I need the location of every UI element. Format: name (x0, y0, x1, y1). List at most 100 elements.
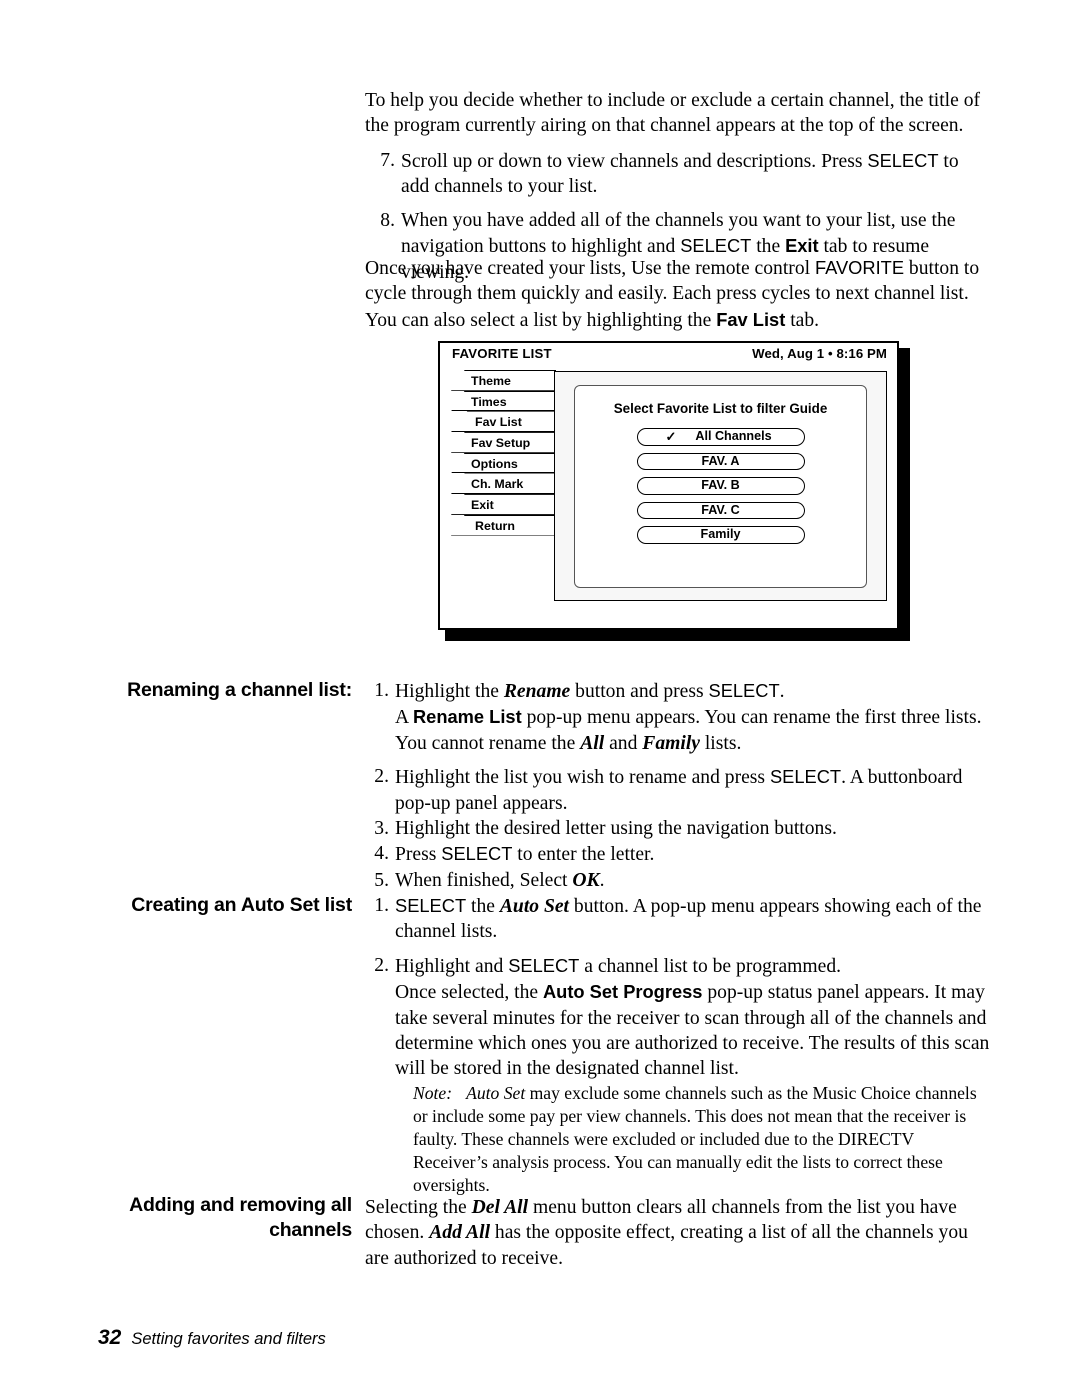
intro-paragraph-text: To help you decide whether to include or… (365, 90, 981, 137)
option-fav-b[interactable]: FAV. B (636, 477, 805, 495)
screen-tab-rail: Theme Times Fav List Fav Setup Options C… (451, 370, 576, 536)
list-item-number: 1. (374, 680, 389, 701)
list-item-number: 4. (374, 843, 389, 865)
manual-page: To help you decide whether to include or… (0, 0, 1080, 1397)
tab-ch-mark[interactable]: Ch. Mark (451, 473, 556, 495)
screen-title: FAVORITE LIST (452, 346, 552, 361)
list-item-text: SELECT the Auto Set button. A pop-up men… (395, 893, 990, 945)
fav-para-key: FAVORITE (814, 257, 905, 278)
section-body-renaming: 1. Highlight the Rename button and press… (365, 678, 990, 893)
tab-times[interactable]: Times (451, 390, 556, 412)
favorite-list-dialog: Select Favorite List to filter Guide ✓ A… (574, 385, 867, 588)
screen-header: FAVORITE LIST Wed, Aug 1 • 8:16 PM (440, 343, 897, 369)
favorite-button-paragraph: Once you have created your lists, Use th… (365, 255, 991, 333)
dialog-title: Select Favorite List to filter Guide (613, 401, 828, 416)
step8-emph: SELECT (680, 235, 752, 257)
r1-c: . (779, 681, 785, 702)
tab-label: Times (471, 394, 507, 409)
footer-page-number: 32 (98, 1326, 122, 1349)
tab-label: Ch. Mark (471, 477, 524, 492)
a2-sans: SELECT (508, 954, 580, 976)
r3-a: Highlight the desired letter using the n… (395, 818, 837, 840)
r2-sans: SELECT (769, 766, 842, 788)
list-item-number: 7. (380, 150, 395, 171)
screen-clock: Wed, Aug 1 • 8:16 PM (752, 346, 887, 361)
list-item: 2. Highlight and SELECT a channel list t… (365, 953, 990, 1197)
list-item: 7. Scroll up or down to view channels an… (371, 148, 991, 200)
ad-bi: Del All (471, 1197, 529, 1218)
tab-fav-setup[interactable]: Fav Setup (451, 432, 556, 453)
r5-a: When finished, Select (395, 869, 573, 891)
r2-a: Highlight the list you wish to rename an… (395, 767, 770, 789)
r1-bi: Rename (503, 681, 571, 702)
option-fav-a[interactable]: FAV. A (636, 452, 805, 470)
option-all-channels[interactable]: ✓ All Channels (636, 428, 805, 446)
a2s-a: Once selected, the (395, 982, 543, 1004)
a2-a: Highlight and (395, 955, 509, 977)
tab-exit[interactable]: Exit (451, 494, 556, 515)
section-heading-adding-line2: channels (269, 1219, 352, 1241)
option-label: FAV. B (701, 478, 740, 492)
option-fav-c[interactable]: FAV. C (636, 501, 805, 519)
r4-b: to enter the letter. (512, 844, 655, 866)
note-label: Note: (413, 1082, 453, 1103)
check-icon: ✓ (665, 429, 677, 444)
list-item-number: 1. (374, 895, 389, 916)
section-body-adding: Selecting the Del All menu button clears… (365, 1195, 990, 1271)
list-item-text: Highlight and SELECT a channel list to b… (395, 953, 990, 979)
list-item-text: Press SELECT to enter the letter. (395, 841, 990, 867)
r1s-a: A (395, 707, 413, 729)
list-item: 3. Highlight the desired letter using th… (365, 816, 990, 841)
tab-label: Return (475, 518, 515, 533)
list-item: 2. Highlight the list you wish to rename… (365, 764, 990, 816)
list-item: 1. Highlight the Rename button and press… (365, 678, 990, 756)
tab-options[interactable]: Options (451, 452, 556, 474)
section-heading-adding-line1: Adding and removing all (129, 1194, 352, 1216)
list-item-number: 3. (374, 818, 389, 840)
r1s-d: lists. (699, 732, 742, 754)
a1-sans: SELECT (395, 895, 467, 916)
list-item-number: 8. (380, 209, 395, 231)
page-footer: 32 Setting favorites and filters (98, 1326, 798, 1350)
section-heading-renaming: Renaming a channel list: (127, 679, 352, 701)
footer-running-title: Setting favorites and filters (131, 1330, 326, 1348)
favorite-list-screen-figure: FAVORITE LIST Wed, Aug 1 • 8:16 PM Theme… (438, 341, 910, 641)
r5-b: . (599, 869, 605, 891)
section-heading-autoset: Creating an Auto Set list (131, 894, 352, 916)
a2-b: a channel list to be programmed. (579, 955, 842, 977)
screen-content-pane: Select Favorite List to filter Guide ✓ A… (554, 371, 887, 601)
r4-sans: SELECT (441, 843, 513, 865)
r1-sans: SELECT (708, 680, 780, 701)
option-label: Family (700, 527, 741, 541)
note-emph: Auto Set (466, 1082, 526, 1103)
r1s-c: and (604, 732, 643, 754)
ad-bi2: Add All (429, 1222, 491, 1244)
tab-label: Options (471, 456, 518, 471)
r1s-bold: Rename List (412, 706, 522, 728)
r1-b: button and press (570, 681, 709, 702)
step8-bold: Exit (785, 235, 819, 257)
a1-bi: Auto Set (499, 896, 570, 917)
r1s-bi2: Family (642, 732, 700, 754)
r5-bi: OK (572, 869, 600, 891)
autoset-note: Note: Auto Set may exclude some channels … (395, 1082, 990, 1197)
list-item-number: 2. (374, 766, 389, 788)
tab-theme[interactable]: Theme (451, 370, 556, 391)
fav-para-post: tab. (785, 309, 820, 331)
list-item-text: Highlight the desired letter using the n… (395, 816, 990, 841)
option-label: All Channels (695, 429, 772, 443)
ad-a: Selecting the (365, 1197, 472, 1218)
option-family[interactable]: Family (636, 526, 805, 544)
list-item-number: 2. (374, 954, 389, 976)
option-label: FAV. A (701, 453, 740, 468)
tv-screen: FAVORITE LIST Wed, Aug 1 • 8:16 PM Theme… (438, 341, 899, 630)
a1-a: the (466, 896, 500, 917)
a2s-bold: Auto Set Progress (542, 981, 703, 1003)
section-heading-adding: Adding and removing all channels (98, 1193, 352, 1243)
step7-emph: SELECT (867, 150, 939, 171)
tab-label: Theme (471, 374, 511, 388)
option-label: FAV. C (701, 502, 740, 517)
r4-a: Press (395, 844, 442, 866)
list-item-subtext: A Rename List pop-up menu appears. You c… (395, 704, 990, 756)
tab-return[interactable]: Return (451, 514, 556, 536)
